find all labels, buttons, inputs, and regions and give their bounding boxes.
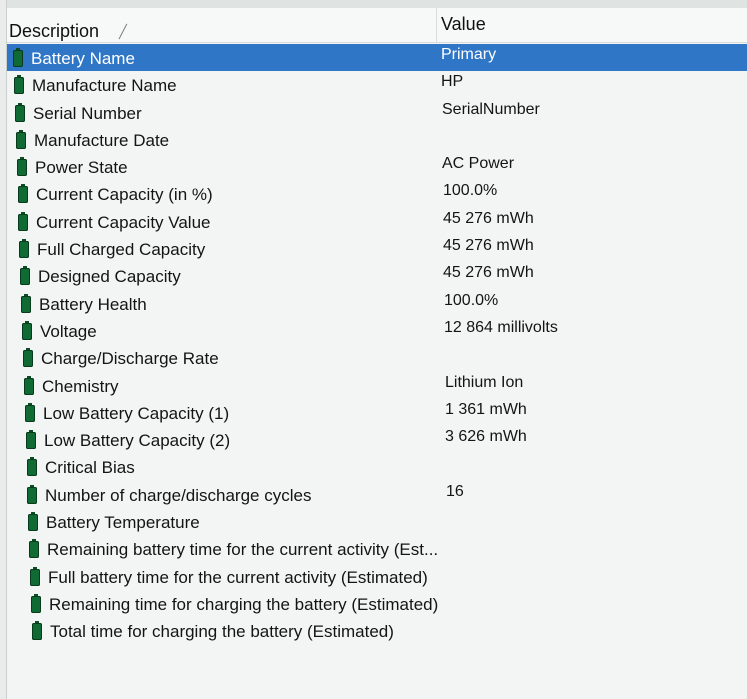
- property-label: Manufacture Name: [32, 76, 177, 96]
- list-item[interactable]: Low Battery Capacity (2) 3 626 mWh: [20, 426, 747, 453]
- property-label: Battery Health: [39, 294, 147, 314]
- property-label: Remaining battery time for the current a…: [47, 540, 439, 560]
- battery-icon: [28, 512, 38, 532]
- property-value: 45 276 mWh: [443, 237, 534, 255]
- battery-icon: [13, 48, 23, 67]
- list-item[interactable]: Total time for charging the battery (Est…: [26, 617, 747, 644]
- battery-icon: [19, 239, 29, 259]
- property-label: Full Charged Capacity: [37, 240, 206, 260]
- battery-icon: [27, 457, 37, 477]
- list-item[interactable]: Full Charged Capacity 45 276 mWh: [13, 235, 747, 262]
- list-item[interactable]: Critical Bias: [21, 453, 747, 480]
- property-label: Designed Capacity: [38, 267, 181, 287]
- battery-icon: [27, 484, 37, 504]
- battery-icon: [21, 293, 31, 313]
- battery-icon: [23, 348, 33, 368]
- battery-icon: [17, 157, 27, 177]
- property-label: Remaining time for charging the battery …: [49, 594, 439, 614]
- battery-icon: [22, 320, 32, 340]
- list-item[interactable]: Remaining time for charging the battery …: [25, 590, 747, 617]
- property-value: 45 276 mWh: [443, 264, 534, 282]
- property-value: 45 276 mWh: [443, 209, 534, 227]
- property-value: Primary: [441, 46, 497, 63]
- list-item[interactable]: Battery Health 100.0%: [15, 290, 747, 317]
- battery-icon: [26, 430, 36, 450]
- property-value: 100.0%: [444, 291, 499, 309]
- property-label: Low Battery Capacity (2): [44, 431, 231, 451]
- list-item[interactable]: Designed Capacity 45 276 mWh: [14, 262, 747, 289]
- property-label: Charge/Discharge Rate: [41, 349, 219, 369]
- battery-icon: [15, 102, 25, 122]
- list-header: Description ╱ Value: [7, 8, 747, 43]
- property-label: Current Capacity (in %): [36, 185, 213, 205]
- property-label: Current Capacity Value: [36, 212, 211, 232]
- battery-icon: [24, 375, 34, 395]
- property-label: Battery Temperature: [46, 513, 200, 533]
- list-item[interactable]: Remaining battery time for the current a…: [23, 535, 747, 562]
- sort-indicator-icon: ╱: [119, 24, 127, 39]
- list-item[interactable]: Number of charge/discharge cycles 16: [21, 481, 747, 508]
- battery-icon: [30, 566, 40, 586]
- property-label: Manufacture Date: [34, 130, 170, 150]
- list-item[interactable]: Serial Number SerialNumber: [9, 99, 747, 126]
- list-item[interactable]: Low Battery Capacity (1) 1 361 mWh: [19, 399, 747, 426]
- battery-icon: [20, 266, 30, 286]
- property-label: Voltage: [40, 321, 97, 341]
- property-value: 100.0%: [443, 182, 498, 200]
- property-value: 12 864 millivolts: [444, 318, 558, 336]
- battery-icon: [16, 129, 26, 149]
- property-value: 16: [446, 482, 464, 500]
- list-item[interactable]: Battery Name Primary: [7, 44, 747, 72]
- list-item[interactable]: Battery Temperature: [22, 508, 747, 535]
- property-label: Battery Name: [31, 49, 135, 68]
- list-item[interactable]: Current Capacity (in %) 100.0%: [12, 180, 747, 207]
- list-item[interactable]: Current Capacity Value 45 276 mWh: [12, 208, 747, 235]
- column-header-description[interactable]: Description: [9, 21, 99, 42]
- property-label: Full battery time for the current activi…: [48, 567, 428, 587]
- property-label: Total time for charging the battery (Est…: [50, 622, 394, 642]
- property-label: Number of charge/discharge cycles: [45, 485, 312, 505]
- column-separator[interactable]: [436, 8, 437, 42]
- battery-icon: [29, 539, 39, 559]
- battery-icon: [14, 75, 24, 95]
- property-value: AC Power: [442, 155, 515, 173]
- battery-icon: [18, 211, 28, 231]
- property-value: Lithium Ion: [445, 373, 524, 391]
- column-header-value[interactable]: Value: [441, 14, 486, 35]
- property-value: 1 361 mWh: [445, 400, 527, 418]
- list-item[interactable]: Chemistry Lithium Ion: [18, 372, 747, 399]
- property-label: Critical Bias: [45, 458, 135, 478]
- property-value: HP: [441, 73, 464, 91]
- battery-icon: [31, 593, 41, 613]
- battery-properties-list: Battery Name Primary Manufacture Name HP Ser…: [7, 44, 747, 645]
- battery-info-window: Description ╱ Value Battery Name Primary M…: [6, 0, 747, 699]
- list-item[interactable]: Manufacture Name HP: [8, 71, 747, 98]
- list-item[interactable]: Full battery time for the current activi…: [24, 563, 747, 590]
- battery-icon: [25, 402, 35, 422]
- top-strip: [7, 0, 747, 8]
- property-label: Chemistry: [42, 376, 119, 396]
- property-label: Serial Number: [33, 103, 142, 123]
- property-label: Low Battery Capacity (1): [43, 403, 230, 423]
- list-item[interactable]: Charge/Discharge Rate: [17, 344, 747, 371]
- property-value: 3 626 mWh: [445, 428, 527, 446]
- list-item[interactable]: Voltage 12 864 millivolts: [16, 317, 747, 344]
- battery-icon: [18, 184, 28, 204]
- property-value: SerialNumber: [442, 100, 540, 118]
- list-item[interactable]: Power State AC Power: [11, 153, 747, 180]
- property-label: Power State: [35, 158, 128, 178]
- list-item[interactable]: Manufacture Date: [10, 126, 747, 153]
- battery-icon: [32, 621, 42, 641]
